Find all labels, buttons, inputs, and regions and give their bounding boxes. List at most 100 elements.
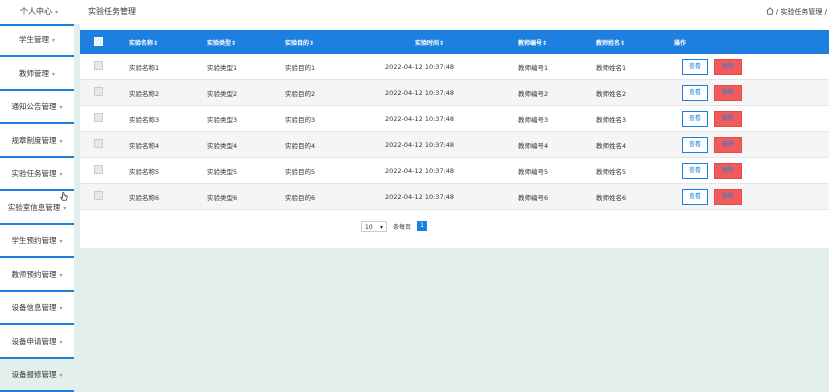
table-cell: 实验类型2 [207,79,285,106]
table-cell: 实验目的3 [285,105,385,132]
sidebar-item[interactable]: 设备信息管理 ▾ [0,294,74,325]
top-bar: 个人中心 ▾ 实验任务管理 / 实验任务管理 / [0,0,829,24]
per-page-label: 条每页 [393,223,412,231]
column-header[interactable]: 实验时间⇕ [385,30,518,54]
actions-cell: 查看 删除 [674,131,829,158]
sort-icon: ⇕ [231,39,237,47]
table-cell: 实验名称2 [129,79,207,106]
sidebar-item[interactable]: 学生预约管理 ▾ [0,227,74,258]
sidebar-item-label: 规章制度管理 [11,135,57,145]
delete-button[interactable]: 删除 [714,188,742,205]
sidebar-item[interactable]: 教师管理 ▾ [0,60,74,91]
sidebar: 学生管理 ▾ 教师管理 ▾ 通知公告管理 ▾ 规章制度管理 ▾ 实验任务管理 ▾ 实验室信息管理 ▾ 学… [0,24,74,392]
column-header: 操作 [674,30,829,54]
row-checkbox[interactable] [94,165,103,174]
row-checkbox[interactable] [94,139,103,148]
view-button[interactable]: 查看 [682,84,708,101]
view-button[interactable]: 查看 [682,188,708,205]
column-header-label: 实验目的 [285,39,310,47]
delete-button[interactable]: 删除 [714,84,742,101]
chevron-down-icon: ▾ [59,171,63,178]
column-header[interactable]: 教师姓名⇕ [596,30,674,54]
table-cell: 实验目的6 [285,183,385,210]
table-cell: 2022-04-12 10:37:48 [385,105,518,132]
page-button-current[interactable]: 1 [417,221,428,231]
table-cell: 实验名称6 [129,183,207,210]
column-header-label: 教师姓名 [596,39,621,47]
column-header[interactable]: 实验目的⇕ [285,30,385,54]
table-cell: 教师姓名6 [596,183,674,210]
delete-button[interactable]: 删除 [714,162,742,179]
sort-icon: ⇕ [309,39,315,47]
delete-button[interactable]: 删除 [714,136,742,153]
task-table: 实验名称⇕ 实验类型⇕ 实验目的⇕ 实验时间⇕ 教师编号⇕ 教师姓名⇕ 操作 实验名称1 实验… [80,30,829,210]
table-header-row: 实验名称⇕ 实验类型⇕ 实验目的⇕ 实验时间⇕ 教师编号⇕ 教师姓名⇕ 操作 [80,30,829,54]
user-center-menu[interactable]: 个人中心 ▾ [0,0,78,24]
table-row: 实验名称6 实验类型6 实验目的6 2022-04-12 10:37:48 教师编号6 教… [80,183,829,210]
sidebar-item-label: 设备报修管理 [11,370,57,379]
sidebar-item-label: 学生预约管理 [11,236,57,245]
actions-cell: 查看 删除 [674,183,829,210]
sort-icon: ⇕ [542,39,548,47]
delete-button[interactable]: 删除 [714,58,742,75]
sidebar-item-label: 实验任务管理 [11,169,57,178]
table-cell: 实验名称3 [129,105,207,132]
sidebar-item[interactable]: 教师预约管理 ▾ [0,261,74,292]
sidebar-item[interactable]: 通知公告管理 ▾ [0,93,74,124]
chevron-down-icon: ▾ [379,223,383,231]
sidebar-item[interactable]: 规章制度管理 ▾ [0,127,74,158]
sidebar-item-label: 教师管理 [18,68,49,78]
view-button[interactable]: 查看 [682,110,708,127]
table-cell: 教师姓名4 [596,131,674,158]
delete-button[interactable]: 删除 [714,110,742,127]
chevron-down-icon: ▾ [59,305,63,312]
table-cell: 教师编号6 [518,183,596,210]
column-header-label: 实验时间 [415,39,440,47]
table-cell: 教师姓名5 [596,157,674,184]
column-header[interactable]: 实验类型⇕ [207,30,285,54]
column-header[interactable]: 实验名称⇕ [129,30,207,54]
row-checkbox[interactable] [94,61,103,70]
sidebar-item[interactable]: 设备申请管理 ▾ [0,328,74,359]
table-cell: 实验名称1 [129,54,207,80]
column-header[interactable]: 教师编号⇕ [518,30,596,54]
sidebar-item-label: 学生管理 [18,35,49,44]
table-row: 实验名称2 实验类型2 实验目的2 2022-04-12 10:37:48 教师编号2 教… [80,79,829,106]
table-cell: 教师姓名1 [596,54,674,80]
actions-cell: 查看 删除 [674,105,829,132]
chevron-down-icon: ▾ [51,37,55,44]
sidebar-item-label: 实验室信息管理 [7,202,61,212]
table-cell: 2022-04-12 10:37:48 [385,183,518,210]
table-cell: 实验名称5 [129,157,207,184]
page-size-select[interactable]: 10 ▾ [361,220,387,232]
hand-pointer-icon [60,192,68,201]
select-all-checkbox[interactable] [94,36,103,46]
table-cell: 教师姓名2 [596,79,674,106]
user-center-label: 个人中心 [19,7,52,16]
row-checkbox[interactable] [94,191,103,200]
view-button[interactable]: 查看 [682,162,708,179]
row-checkbox[interactable] [94,87,103,96]
breadcrumb: / 实验任务管理 / [766,0,827,24]
home-icon[interactable] [766,7,774,15]
table-row: 实验名称1 实验类型1 实验目的1 2022-04-12 10:37:48 教师编号1 教… [80,54,829,80]
chevron-down-icon: ▾ [51,70,55,78]
sort-icon: ⇕ [439,39,445,47]
chevron-down-icon: ▾ [59,238,63,245]
page-title: 实验任务管理 [88,7,136,16]
table-cell: 教师编号5 [518,157,596,184]
sidebar-item[interactable]: 学生管理 ▾ [0,24,74,57]
sidebar-item[interactable]: 设备报修管理 ▾ [0,361,74,392]
table-cell: 2022-04-12 10:37:48 [385,157,518,184]
chevron-down-icon: ▾ [63,204,67,212]
chevron-down-icon: ▾ [54,9,58,16]
table-cell: 实验类型5 [207,157,285,184]
view-button[interactable]: 查看 [682,58,708,75]
sidebar-item[interactable]: 实验任务管理 ▾ [0,160,74,191]
row-checkbox[interactable] [94,113,103,122]
table-row: 实验名称4 实验类型4 实验目的4 2022-04-12 10:37:48 教师编号4 教… [80,131,829,158]
breadcrumb-text[interactable]: / 实验任务管理 / [776,8,827,16]
table-cell: 教师编号1 [518,54,596,80]
column-header-label: 教师编号 [518,39,543,47]
view-button[interactable]: 查看 [682,136,708,153]
